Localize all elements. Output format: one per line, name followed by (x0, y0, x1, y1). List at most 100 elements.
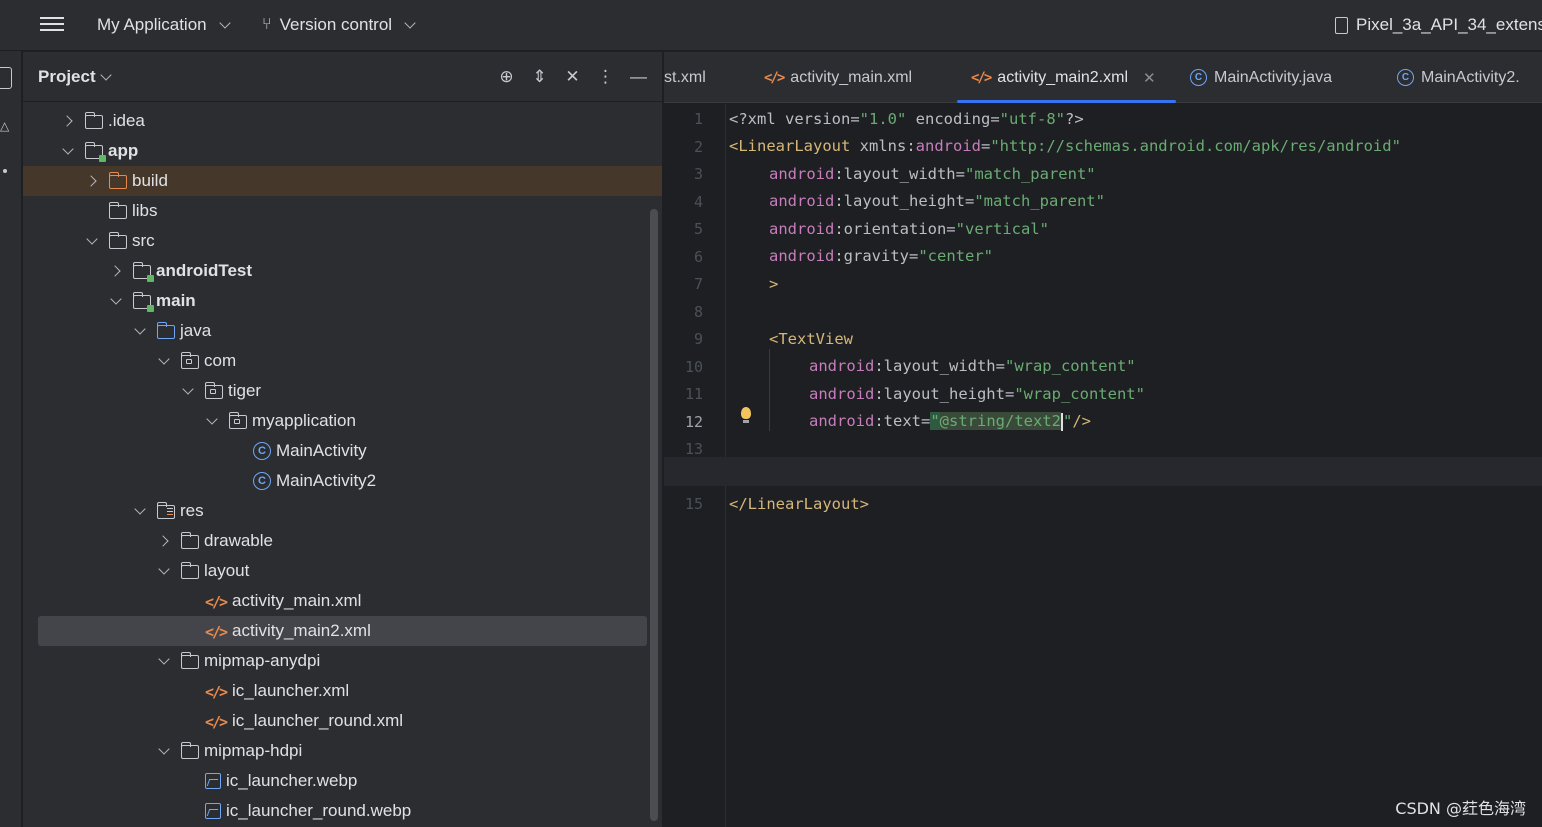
folder-icon (180, 741, 199, 759)
tree-item[interactable]: drawable (23, 526, 662, 556)
xml-file-icon: </> (205, 713, 228, 731)
tree-item[interactable]: layout (23, 556, 662, 586)
chevron-down-icon[interactable] (63, 146, 73, 156)
chevron-down-icon[interactable] (159, 356, 169, 366)
tree-item[interactable]: main (23, 286, 662, 316)
locate-icon[interactable]: ⊕ (497, 66, 516, 88)
project-view-selector[interactable]: Project (38, 67, 112, 87)
editor-tab[interactable]: C MainActivity2. (1397, 52, 1520, 103)
tree-item[interactable]: C MainActivity (23, 436, 662, 466)
code-line-4: android:layout_height="match_parent" (769, 192, 1105, 210)
line-number: 8 (693, 302, 703, 321)
device-name: Pixel_3a_API_34_extensi (1356, 15, 1542, 34)
tree-item-label: app (108, 141, 139, 160)
title-bar: My Application ⑂ Version control Pixel_3… (0, 0, 1542, 51)
branch-icon: ⑂ (262, 16, 272, 33)
hide-panel-icon[interactable]: — (629, 66, 648, 88)
tree-item[interactable]: build (23, 166, 662, 196)
image-file-icon (205, 773, 221, 789)
tree-item[interactable]: com (23, 346, 662, 376)
tree-scrollbar[interactable] (650, 209, 658, 821)
project-selector[interactable]: My Application (97, 14, 231, 36)
line-number: 1 (693, 110, 703, 128)
tree-item-label: res (180, 501, 204, 520)
tree-item-label: main (156, 291, 196, 310)
tree-item-label: layout (204, 561, 250, 580)
tree-item[interactable]: androidTest (23, 256, 662, 286)
tree-item-label: ic_launcher.xml (232, 681, 350, 700)
vcs-menu[interactable]: ⑂ Version control (262, 14, 416, 36)
folder-icon (108, 201, 127, 219)
code-line-9: <TextView (769, 330, 853, 348)
editor-tab[interactable]: st.xml (664, 52, 706, 103)
indent-guide (769, 349, 770, 431)
line-number: 2 (693, 137, 703, 156)
folder-icon (156, 321, 175, 339)
tree-item-label: ic_launcher_round.xml (232, 711, 404, 730)
tree-item[interactable]: mipmap-hdpi (23, 736, 662, 766)
code-line-1: <?xml version="1.0" encoding="utf-8"?> (729, 110, 1084, 128)
close-tab-icon[interactable]: ✕ (1143, 69, 1156, 87)
chevron-down-icon[interactable] (135, 326, 145, 336)
collapse-all-icon[interactable]: ✕ (563, 66, 582, 88)
chevron-right-icon[interactable] (111, 266, 121, 276)
more-tools-icon[interactable] (3, 169, 7, 173)
xml-file-icon: </> (205, 623, 228, 641)
resource-tool-icon[interactable]: △ (0, 119, 9, 133)
module-folder-icon (132, 291, 154, 312)
chevron-right-icon[interactable] (87, 176, 97, 186)
package-icon (204, 381, 223, 399)
chevron-down-icon[interactable] (111, 296, 121, 306)
lightbulb-icon[interactable] (739, 407, 753, 427)
tree-item[interactable]: app (23, 136, 662, 166)
tree-item[interactable]: mipmap-anydpi (23, 646, 662, 676)
chevron-down-icon[interactable] (159, 746, 169, 756)
expand-collapse-icon[interactable]: ⇕ (530, 66, 549, 88)
tree-item-label: activity_main.xml (232, 591, 362, 610)
tree-item-label: ic_launcher.webp (226, 771, 358, 790)
tree-item[interactable]: </> ic_launcher.xml (23, 676, 662, 706)
resources-folder-icon (156, 501, 175, 519)
line-number: 10 (684, 357, 703, 376)
tree-item[interactable]: </> activity_main.xml (23, 586, 662, 616)
chevron-down-icon[interactable] (207, 416, 217, 426)
chevron-down-icon[interactable] (159, 656, 169, 666)
editor-tab[interactable]: </> activity_main.xml (764, 52, 912, 103)
code-area[interactable]: <?xml version="1.0" encoding="utf-8"?> <… (664, 104, 1542, 827)
tree-item-label: activity_main2.xml (232, 621, 371, 640)
chevron-right-icon[interactable] (159, 536, 169, 546)
tree-item[interactable]: </> ic_launcher_round.xml (23, 706, 662, 736)
project-tree: .idea app build libs src androidTest main java c… (23, 104, 662, 827)
active-tab-indicator (957, 100, 1176, 103)
project-tool-icon[interactable] (0, 67, 12, 89)
device-selector[interactable]: Pixel_3a_API_34_extensi (1335, 14, 1542, 36)
code-line-11: android:layout_height="wrap_content" (809, 385, 1145, 403)
tree-item-label: com (204, 351, 237, 370)
device-icon (1335, 16, 1348, 34)
code-line-10: android:layout_width="wrap_content" (809, 357, 1136, 375)
line-number: 12 (684, 412, 703, 431)
options-icon[interactable]: ⋮ (596, 66, 615, 88)
tree-item[interactable]: tiger (23, 376, 662, 406)
chevron-down-icon[interactable] (87, 236, 97, 246)
chevron-down-icon[interactable] (159, 566, 169, 576)
chevron-down-icon[interactable] (135, 506, 145, 516)
editor-tab[interactable]: C MainActivity.java (1190, 52, 1332, 103)
tree-item[interactable]: libs (23, 196, 662, 226)
tree-item[interactable]: ic_launcher.webp (23, 766, 662, 796)
project-name: My Application (97, 15, 207, 34)
tree-item-label: mipmap-hdpi (204, 741, 303, 760)
editor-tab[interactable]: </> activity_main2.xml ✕ (971, 52, 1156, 103)
tree-item[interactable]: </> activity_main2.xml (38, 616, 647, 646)
tree-item[interactable]: java (23, 316, 662, 346)
main-menu-icon[interactable] (40, 14, 64, 36)
tree-item[interactable]: myapplication (23, 406, 662, 436)
tree-item[interactable]: C MainActivity2 (23, 466, 662, 496)
tree-item[interactable]: res (23, 496, 662, 526)
tree-item[interactable]: src (23, 226, 662, 256)
tree-item[interactable]: ic_launcher_round.webp (23, 796, 662, 826)
class-icon: C (253, 472, 271, 490)
chevron-down-icon[interactable] (183, 386, 193, 396)
tree-item[interactable]: .idea (23, 106, 662, 136)
chevron-right-icon[interactable] (63, 116, 73, 126)
